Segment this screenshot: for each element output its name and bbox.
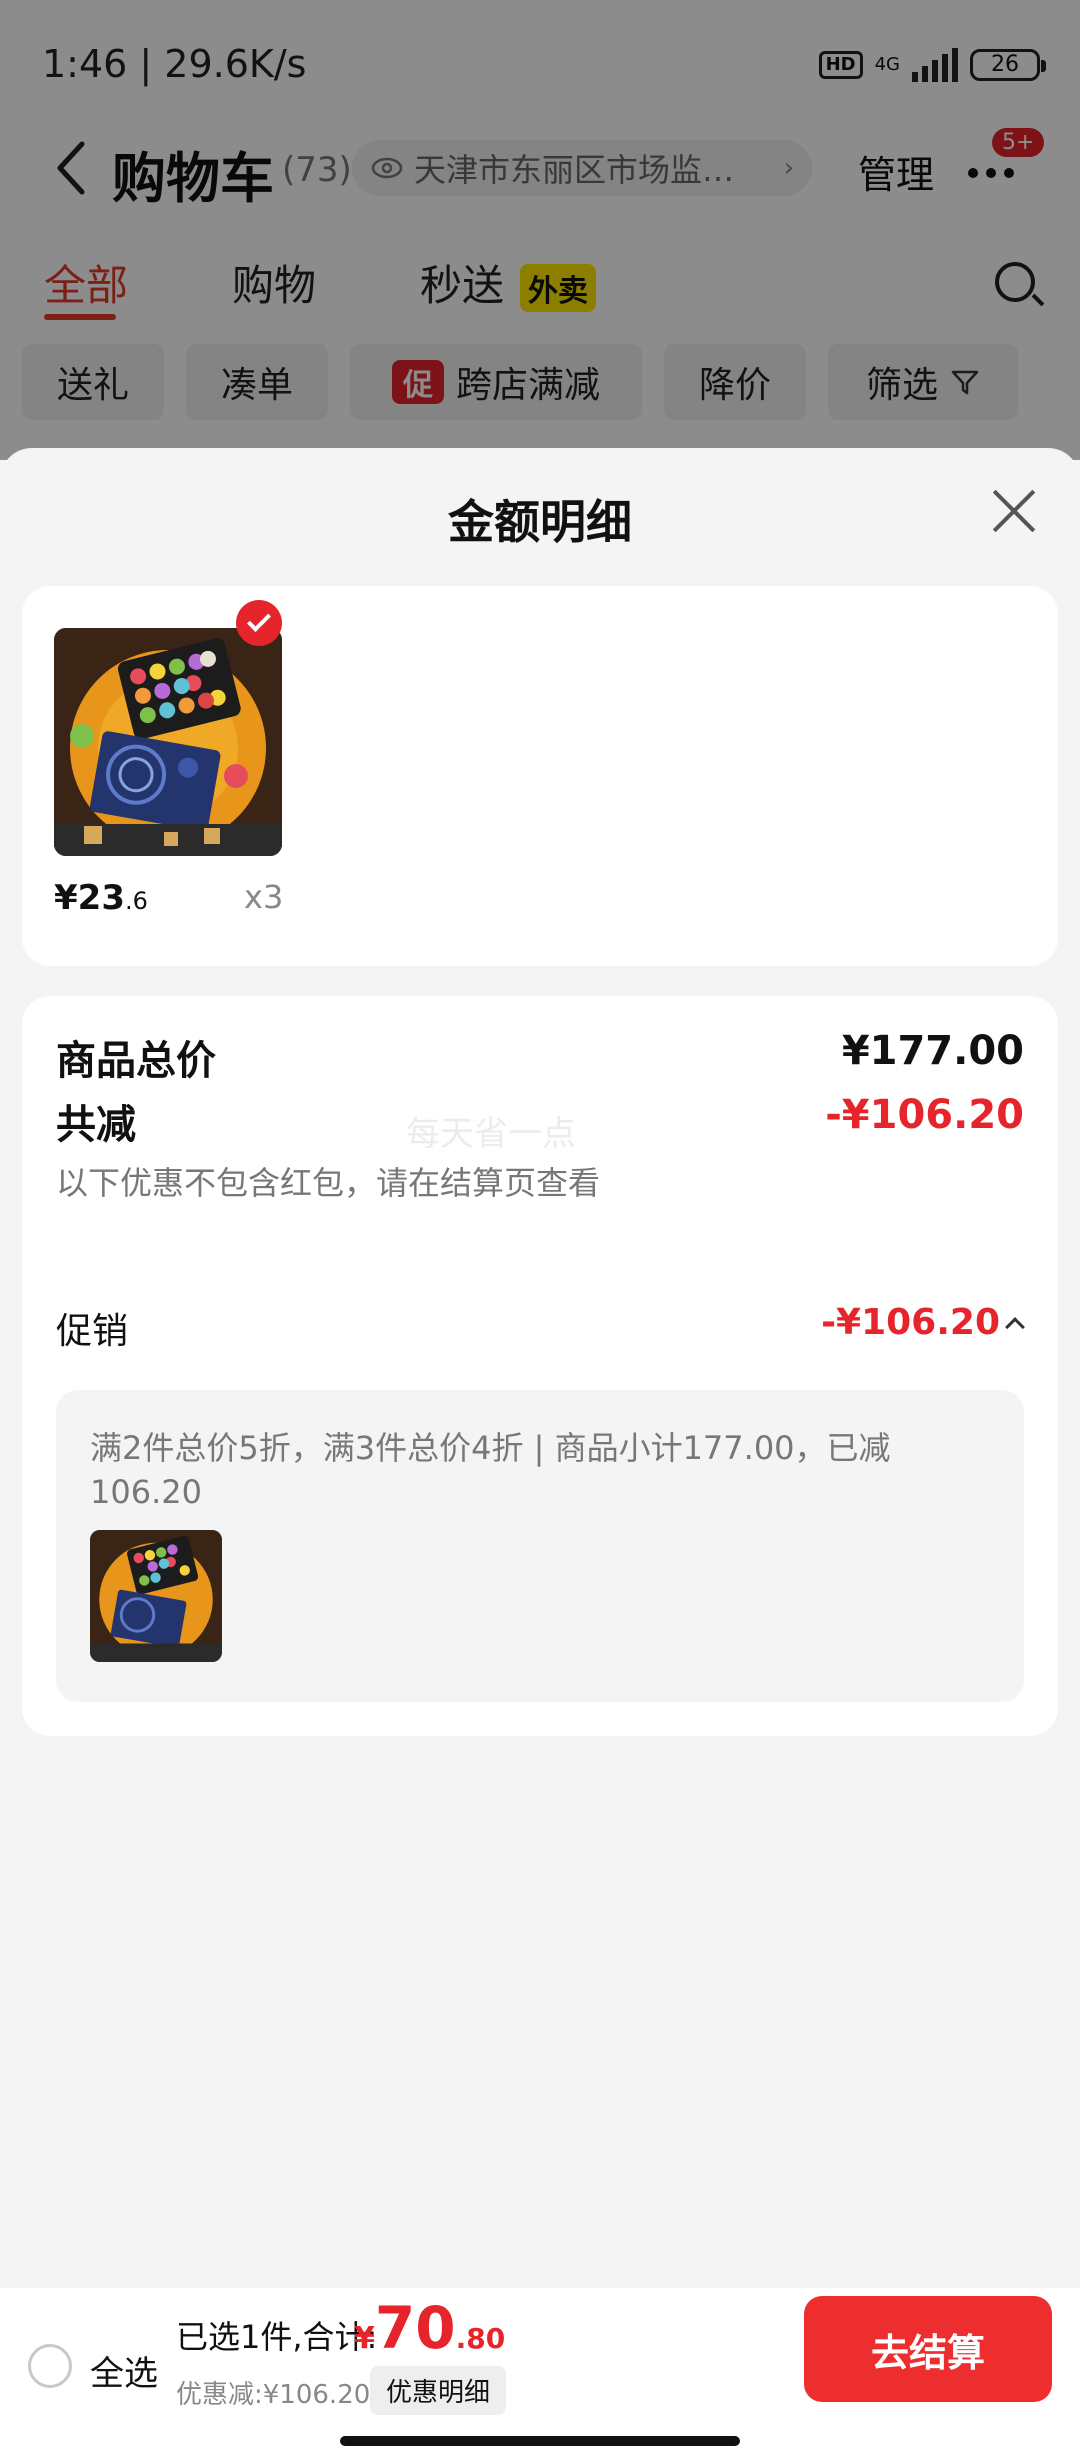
close-icon[interactable] [990, 488, 1036, 534]
promotion-product-thumbnail [90, 1530, 222, 1662]
amount-detail-sheet: 金额明细 ¥23.6 x3 商品总价 ¥177.00 共减 -¥106.20 每… [0, 448, 1080, 2288]
total-reduce-label: 共减 [56, 1102, 136, 1148]
total-dec: .80 [455, 2322, 506, 2355]
total-int: 70 [374, 2294, 456, 2362]
watermark-text: 每天省一点 [406, 1114, 576, 1154]
product-price-int: ¥23 [54, 878, 125, 918]
total-currency: ¥ [354, 2321, 375, 2356]
goods-total-value: ¥177.00 [841, 1028, 1024, 1074]
selected-check-icon [236, 600, 282, 646]
promotion-detail-box: 满2件总价5折，满3件总价4折 | 商品小计177.00，已减106.20 [56, 1390, 1024, 1702]
product-image[interactable] [54, 628, 282, 856]
product-price: ¥23.6 [54, 878, 148, 918]
promotion-value: -¥106.20 [821, 1302, 1000, 1343]
promotion-label: 促销 [56, 1311, 129, 1352]
home-indicator[interactable] [340, 2436, 740, 2446]
product-card: ¥23.6 x3 [22, 586, 1058, 966]
goods-total-label: 商品总价 [56, 1038, 216, 1084]
chevron-up-icon [1005, 1316, 1025, 1337]
discount-detail-button[interactable]: 优惠明细 [370, 2366, 507, 2415]
total-price: ¥70.80 [354, 2294, 505, 2362]
checkout-button[interactable]: 去结算 [804, 2296, 1052, 2402]
discount-note: 以下优惠不包含红包，请在结算页查看 [56, 1164, 601, 1202]
selection-summary: 已选1件,合计: [176, 2318, 378, 2356]
promotion-description: 满2件总价5折，满3件总价4折 | 商品小计177.00，已减106.20 [90, 1429, 891, 1511]
price-breakdown-card: 商品总价 ¥177.00 共减 -¥106.20 每天省一点 以下优惠不包含红包… [22, 996, 1058, 1736]
discount-amount: 优惠减:¥106.20 [176, 2380, 371, 2410]
select-all-label[interactable]: 全选 [90, 2346, 158, 2395]
product-price-dec: .6 [124, 887, 148, 915]
sheet-title: 金额明细 [448, 495, 632, 549]
total-reduce-value: -¥106.20 [825, 1092, 1024, 1138]
checkout-bar: 全选 已选1件,合计: ¥70.80 优惠减:¥106.20 优惠明细 去结算 [0, 2288, 1080, 2460]
select-all-checkbox[interactable] [28, 2344, 72, 2388]
product-quantity: x3 [244, 878, 284, 916]
modal-backdrop[interactable] [0, 0, 1080, 460]
promotion-toggle[interactable]: -¥106.20 [821, 1302, 1025, 1343]
